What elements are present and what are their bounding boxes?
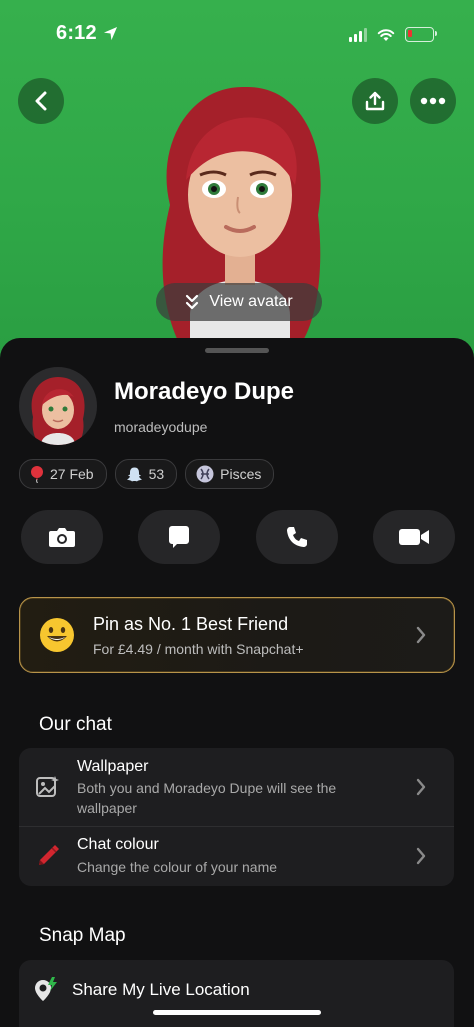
wallpaper-title: Wallpaper <box>77 758 149 775</box>
snap-map-heading: Snap Map <box>39 925 126 946</box>
chat-colour-subtitle: Change the colour of your name <box>77 859 278 875</box>
snapscore-chip[interactable]: 53 <box>114 459 178 489</box>
chevron-right-icon <box>416 626 426 644</box>
cellular-signal-icon <box>349 27 367 42</box>
bitmoji-thumbnail-image <box>31 377 85 445</box>
pin-best-friend-card[interactable]: Pin as No. 1 Best Friend For £4.49 / mon… <box>19 597 455 673</box>
chevron-right-icon <box>416 847 426 865</box>
back-button[interactable] <box>18 78 64 124</box>
wifi-icon <box>377 28 395 41</box>
status-time: 6:12 <box>56 22 118 45</box>
view-avatar-button[interactable]: View avatar <box>156 283 322 321</box>
status-icons <box>349 27 437 42</box>
smiley-face-icon <box>40 618 74 652</box>
profile-chips: 27 Feb 53 Pisces <box>19 459 275 489</box>
live-location-icon <box>35 977 57 1001</box>
status-bar: 6:12 <box>0 22 474 50</box>
share-icon <box>365 91 385 111</box>
more-options-button[interactable] <box>410 78 456 124</box>
share-location-label: Share My Live Location <box>72 980 250 999</box>
location-arrow-icon <box>103 26 117 41</box>
phone-icon <box>286 527 307 547</box>
action-row <box>21 510 455 564</box>
crayon-icon <box>39 845 59 865</box>
chevron-right-icon <box>416 778 426 796</box>
video-camera-icon <box>398 529 429 545</box>
more-icon <box>420 97 446 105</box>
wallpaper-icon <box>36 776 59 797</box>
home-indicator[interactable] <box>153 1010 321 1015</box>
snap-map-card: Share My Live Location <box>19 960 454 1027</box>
double-chevron-down-icon <box>186 294 199 310</box>
video-call-button[interactable] <box>372 510 455 564</box>
pin-subtitle: For £4.49 / month with Snapchat+ <box>93 641 304 657</box>
birthday-chip[interactable]: 27 Feb <box>19 459 107 489</box>
ghost-icon <box>126 467 142 481</box>
zodiac-label: Pisces <box>220 466 262 482</box>
pin-title: Pin as No. 1 Best Friend <box>93 614 289 634</box>
chevron-left-icon <box>35 91 47 111</box>
chat-colour-row[interactable]: Chat colour Change the colour of your na… <box>19 827 454 886</box>
our-chat-heading: Our chat <box>39 714 112 735</box>
time-text: 6:12 <box>56 22 97 44</box>
username[interactable]: moradeyodupe <box>114 419 207 435</box>
share-button[interactable] <box>352 78 398 124</box>
balloon-icon <box>31 465 43 483</box>
birthday-label: 27 Feb <box>50 466 94 482</box>
snapscore-label: 53 <box>148 466 165 482</box>
sheet-grabber[interactable] <box>205 348 269 353</box>
avatar[interactable] <box>19 367 97 445</box>
zodiac-chip[interactable]: Pisces <box>185 459 275 489</box>
profile-sheet: Moradeyo Dupe moradeyodupe 27 Feb 53 Pis… <box>0 338 474 1027</box>
wallpaper-row[interactable]: Wallpaper Both you and Moradeyo Dupe wil… <box>19 748 454 826</box>
battery-icon <box>405 27 437 42</box>
camera-button[interactable] <box>21 510 103 564</box>
wallpaper-subtitle: Both you and Moradeyo Dupe will see the … <box>77 780 337 816</box>
view-avatar-label: View avatar <box>209 293 293 310</box>
chat-button[interactable] <box>138 510 221 564</box>
chat-colour-title: Chat colour <box>77 836 159 853</box>
chat-bubble-icon <box>169 526 190 548</box>
camera-icon <box>49 528 75 547</box>
our-chat-card: Wallpaper Both you and Moradeyo Dupe wil… <box>19 748 454 886</box>
pisces-icon <box>196 465 214 483</box>
avatar-hero: 6:12 View avatar <box>0 0 474 360</box>
display-name: Moradeyo Dupe <box>114 378 295 405</box>
voice-call-button[interactable] <box>255 510 338 564</box>
